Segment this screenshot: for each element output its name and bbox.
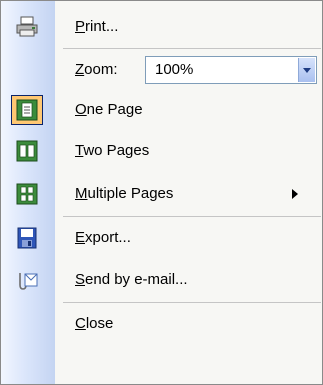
- printer-icon: [15, 16, 39, 38]
- menu-item-print[interactable]: Print...: [1, 7, 322, 47]
- menu-item-label: Multiple Pages: [75, 185, 174, 202]
- menu-item-export[interactable]: Export...: [1, 218, 322, 258]
- menu-item-close[interactable]: Close: [1, 304, 322, 344]
- zoom-label: Zoom:: [75, 61, 118, 78]
- menu-item-label: Print...: [75, 18, 119, 35]
- menu-separator: [63, 48, 321, 49]
- menu-item-one-page[interactable]: One Page: [1, 90, 322, 130]
- chevron-down-icon[interactable]: [298, 58, 315, 82]
- zoom-value: 100%: [155, 61, 194, 78]
- menu-item-label: One Page: [75, 101, 143, 118]
- mail-attachment-icon: [15, 269, 39, 291]
- zoom-combo-box[interactable]: 100%: [145, 56, 317, 84]
- floppy-disk-icon: [15, 227, 39, 249]
- menu-item-label: Close: [75, 315, 114, 332]
- menu-item-label: Two Pages: [75, 142, 150, 159]
- menu-separator: [63, 302, 321, 303]
- two-pages-icon: [15, 140, 39, 162]
- multiple-pages-icon: [15, 183, 39, 205]
- menu-item-label: Export...: [75, 229, 131, 246]
- menu-separator: [63, 216, 321, 217]
- one-page-icon: [15, 99, 39, 121]
- menu-item-multiple-pages[interactable]: Multiple Pages: [1, 174, 322, 214]
- submenu-arrow-icon: [292, 189, 298, 199]
- menu-item-zoom: Zoom: 100%: [1, 50, 322, 90]
- print-preview-menu: Print... Zoom: 100% One Page Two Pages M…: [0, 0, 323, 385]
- menu-item-send-by-email[interactable]: Send by e-mail...: [1, 260, 322, 300]
- menu-item-two-pages[interactable]: Two Pages: [1, 131, 322, 171]
- menu-item-label: Send by e-mail...: [75, 271, 188, 288]
